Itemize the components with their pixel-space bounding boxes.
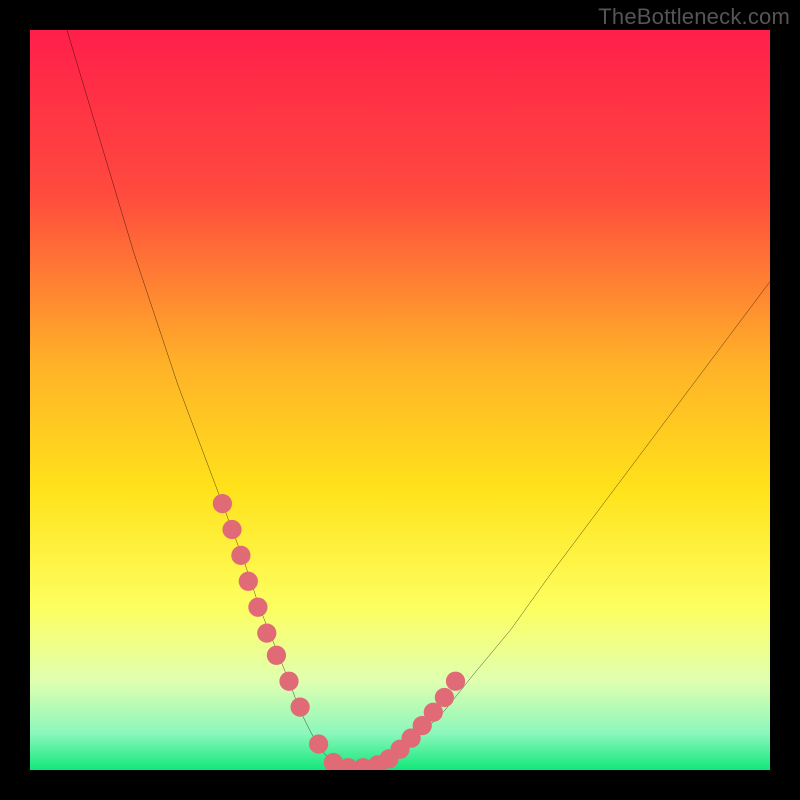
watermark-text: TheBottleneck.com — [598, 4, 790, 30]
plot-area — [30, 30, 770, 770]
background-gradient — [30, 30, 770, 770]
chart-frame: TheBottleneck.com — [0, 0, 800, 800]
